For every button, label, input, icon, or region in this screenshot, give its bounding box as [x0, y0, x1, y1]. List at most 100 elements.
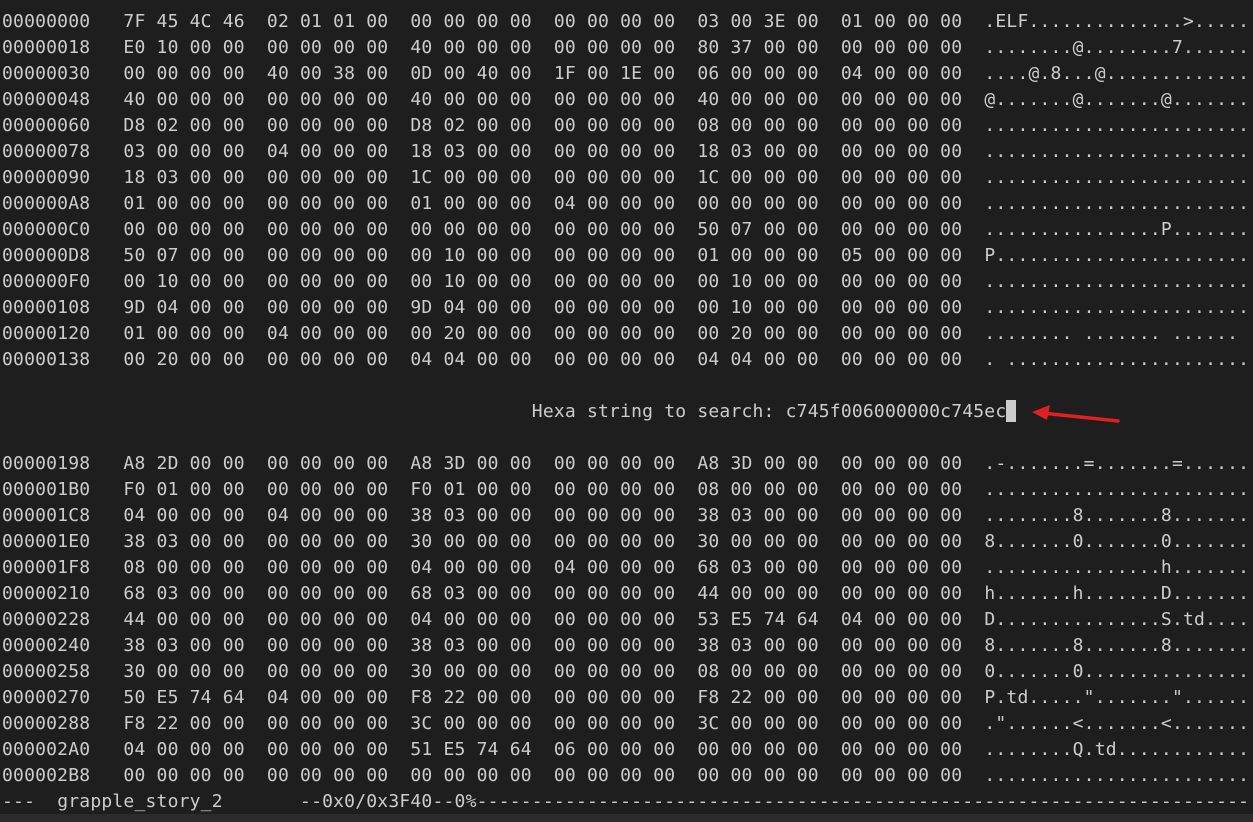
hex-group: 00 00 00 00 [553, 531, 676, 552]
hex-group: 00 00 00 00 [840, 323, 963, 344]
hex-group: 00 00 00 00 [840, 271, 963, 292]
hex-group: 00 00 00 00 [840, 557, 963, 578]
hex-row[interactable]: 00000090 18 03 00 00 00 00 00 00 1C 00 0… [2, 165, 1249, 191]
hex-row[interactable]: 00000078 03 00 00 00 04 00 00 00 18 03 0… [2, 139, 1249, 165]
hex-group: 00 00 00 00 [266, 167, 389, 188]
hex-group: 51 E5 74 64 [410, 739, 532, 760]
hex-group: 00 00 00 00 [266, 271, 389, 292]
hex-row[interactable]: 000002A0 04 00 00 00 00 00 00 00 51 E5 7… [2, 737, 1249, 763]
hex-row[interactable]: 000001F8 08 00 00 00 00 00 00 00 04 00 0… [2, 555, 1249, 581]
hex-row[interactable]: 000000F0 00 10 00 00 00 00 00 00 00 10 0… [2, 269, 1249, 295]
ascii-column: ........8.......8....... [984, 505, 1250, 526]
status-line: --- grapple_story_2 --0x0/0x3F40--0%----… [2, 789, 1249, 815]
hex-rows-bottom: 00000198 A8 2D 00 00 00 00 00 00 A8 3D 0… [2, 451, 1249, 789]
hex-row[interactable]: 00000048 40 00 00 00 00 00 00 00 40 00 0… [2, 87, 1249, 113]
hex-group: 44 00 00 00 [697, 583, 819, 604]
hex-row[interactable]: 00000198 A8 2D 00 00 00 00 00 00 A8 3D 0… [2, 451, 1249, 477]
ascii-column: h.......h.......D....... [984, 583, 1250, 604]
hex-group: D8 02 00 00 [410, 115, 532, 136]
hex-group: 00 10 00 00 [697, 297, 819, 318]
hex-group: 04 00 00 00 [266, 687, 389, 708]
row-offset: 00000078 [2, 141, 91, 162]
hex-row[interactable]: 00000000 7F 45 4C 46 02 01 01 00 00 00 0… [2, 9, 1249, 35]
hex-row[interactable]: 00000060 D8 02 00 00 00 00 00 00 D8 02 0… [2, 113, 1249, 139]
hex-group: 3C 00 00 00 [410, 713, 532, 734]
hex-row[interactable]: 000001C8 04 00 00 00 04 00 00 00 38 03 0… [2, 503, 1249, 529]
hex-group: 01 00 00 00 [123, 193, 245, 214]
hex-row[interactable]: 000002B8 00 00 00 00 00 00 00 00 00 00 0… [2, 763, 1249, 789]
ascii-column: .ELF..............>..... [984, 11, 1250, 32]
hex-group: 00 00 00 00 [553, 583, 676, 604]
hex-row[interactable]: 00000228 44 00 00 00 00 00 00 00 04 00 0… [2, 607, 1249, 633]
hex-row[interactable]: 00000258 30 00 00 00 00 00 00 00 30 00 0… [2, 659, 1249, 685]
hex-row[interactable]: 000001B0 F0 01 00 00 00 00 00 00 F0 01 0… [2, 477, 1249, 503]
hex-group: 00 00 00 00 [266, 245, 389, 266]
hex-group: 00 00 00 00 [266, 635, 389, 656]
ascii-column: .-.......=.......=...... [984, 453, 1250, 474]
hex-group: 40 00 00 00 [410, 89, 532, 110]
hex-group: 3C 00 00 00 [697, 713, 819, 734]
row-offset: 00000258 [2, 661, 91, 682]
row-offset: 000002A0 [2, 739, 91, 760]
hex-group: 06 00 00 00 [553, 739, 676, 760]
hex-group: 04 00 00 00 [840, 63, 963, 84]
hex-group: 06 00 00 00 [697, 63, 819, 84]
hex-group: 00 00 00 00 [123, 219, 245, 240]
hex-group: 0D 00 40 00 [410, 63, 532, 84]
search-input[interactable]: c745f006000000c745ec [786, 401, 1007, 422]
ascii-column: ........................ [984, 479, 1250, 500]
hex-group: 00 00 00 00 [840, 765, 963, 786]
ascii-column: ........................ [984, 271, 1250, 292]
hex-row[interactable]: 00000030 00 00 00 00 40 00 38 00 0D 00 4… [2, 61, 1249, 87]
hex-group: 00 00 00 00 [266, 661, 389, 682]
hex-row[interactable]: 00000108 9D 04 00 00 00 00 00 00 9D 04 0… [2, 295, 1249, 321]
ascii-column: ........................ [984, 193, 1250, 214]
ascii-column: . ...................... [984, 349, 1250, 370]
hex-group: 00 00 00 00 [840, 219, 963, 240]
ascii-column: ........ ....... ...... [984, 323, 1239, 344]
hex-group: 00 00 00 00 [123, 765, 245, 786]
hex-group: A8 3D 00 00 [410, 453, 532, 474]
hex-group: 00 00 00 00 [266, 739, 389, 760]
row-offset: 000001E0 [2, 531, 91, 552]
hex-group: 00 00 00 00 [840, 687, 963, 708]
hex-group: 00 00 00 00 [840, 713, 963, 734]
ascii-column: 8.......0.......0....... [984, 531, 1250, 552]
hex-row[interactable]: 000000C0 00 00 00 00 00 00 00 00 00 00 0… [2, 217, 1249, 243]
hex-row[interactable]: 00000240 38 03 00 00 00 00 00 00 38 03 0… [2, 633, 1249, 659]
hex-row[interactable]: 000000D8 50 07 00 00 00 00 00 00 00 10 0… [2, 243, 1249, 269]
row-offset: 00000000 [2, 11, 91, 32]
hex-group: 40 00 00 00 [697, 89, 819, 110]
hex-group: 00 00 00 00 [553, 765, 676, 786]
ascii-column: D...............S.td.... [984, 609, 1250, 630]
hex-group: 00 00 00 00 [553, 687, 676, 708]
hex-group: 01 00 00 00 [840, 11, 963, 32]
hex-row[interactable]: 000001E0 38 03 00 00 00 00 00 00 30 00 0… [2, 529, 1249, 555]
hex-group: 00 20 00 00 [697, 323, 819, 344]
hex-row[interactable]: 00000270 50 E5 74 64 04 00 00 00 F8 22 0… [2, 685, 1249, 711]
hex-group: 08 00 00 00 [123, 557, 245, 578]
hex-group: 30 00 00 00 [410, 531, 532, 552]
hex-row[interactable]: 000000A8 01 00 00 00 00 00 00 00 01 00 0… [2, 191, 1249, 217]
hex-row[interactable]: 00000210 68 03 00 00 00 00 00 00 68 03 0… [2, 581, 1249, 607]
hex-row[interactable]: 00000120 01 00 00 00 04 00 00 00 00 20 0… [2, 321, 1249, 347]
hex-group: 00 00 00 00 [553, 245, 676, 266]
hex-group: 00 00 00 00 [266, 453, 389, 474]
hex-group: 00 00 00 00 [840, 89, 963, 110]
hex-row[interactable]: 00000018 E0 10 00 00 00 00 00 00 40 00 0… [2, 35, 1249, 61]
hex-group: 00 00 00 00 [840, 115, 963, 136]
hex-group: 00 00 00 00 [697, 739, 819, 760]
hex-group: 00 00 00 00 [553, 349, 676, 370]
hex-group: F8 22 00 00 [123, 713, 245, 734]
hex-group: 00 00 00 00 [553, 11, 676, 32]
hex-group: 00 00 00 00 [553, 89, 676, 110]
hex-row[interactable]: 00000288 F8 22 00 00 00 00 00 00 3C 00 0… [2, 711, 1249, 737]
hex-group: 05 00 00 00 [840, 245, 963, 266]
row-offset: 00000240 [2, 635, 91, 656]
hex-row[interactable]: 00000138 00 20 00 00 00 00 00 00 04 04 0… [2, 347, 1249, 373]
hex-group: 00 20 00 00 [123, 349, 245, 370]
hex-group: 38 03 00 00 [697, 635, 819, 656]
row-offset: 000001B0 [2, 479, 91, 500]
hex-group: F0 01 00 00 [123, 479, 245, 500]
